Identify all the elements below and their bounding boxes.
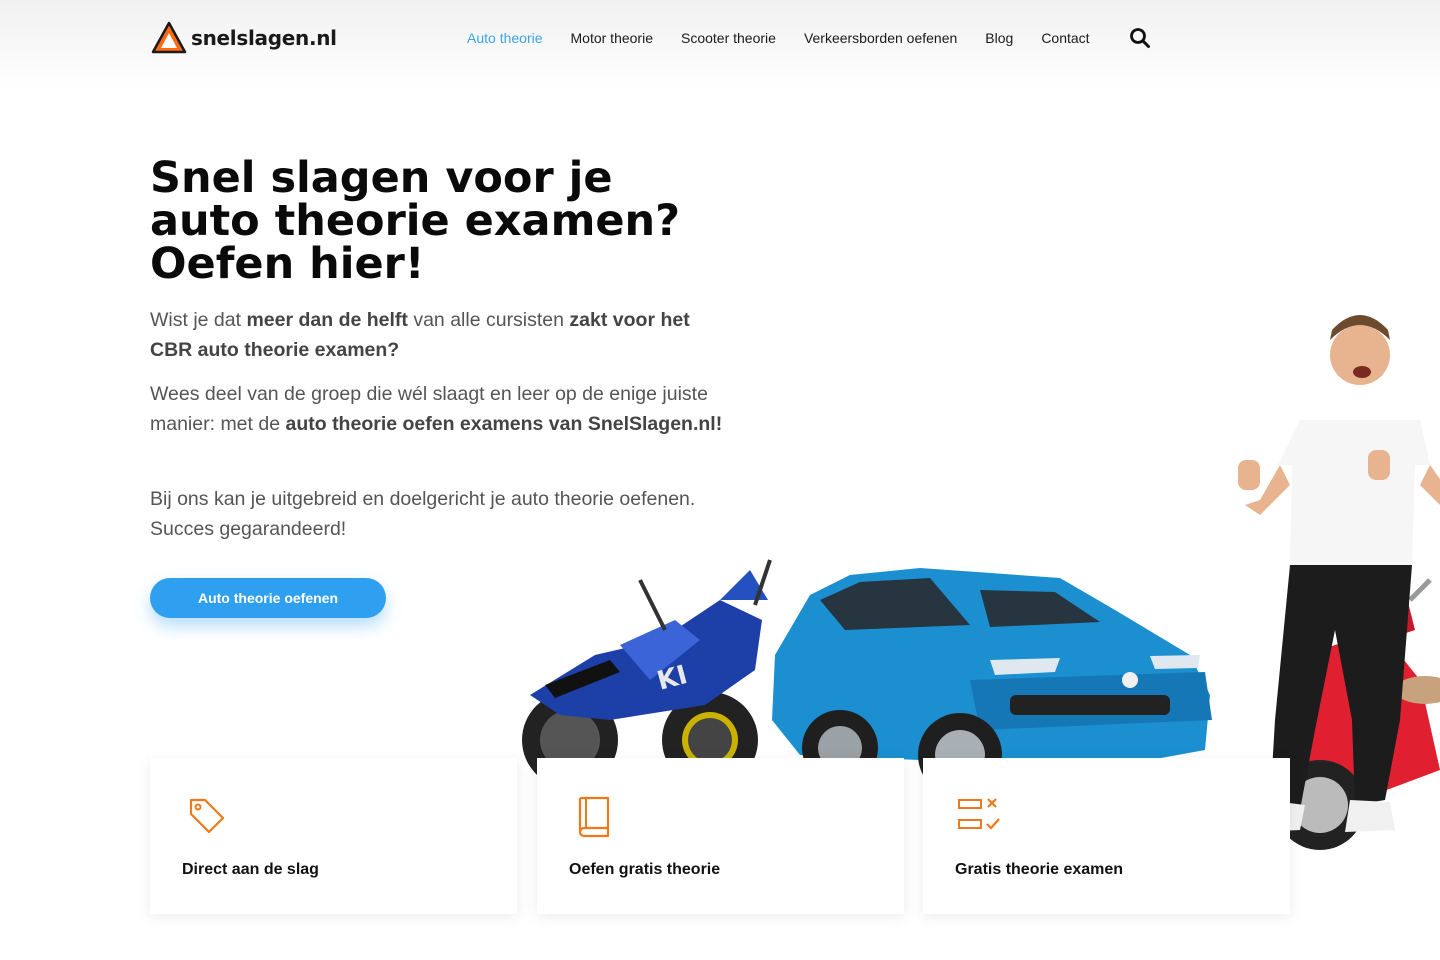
hero-title-line-3: Oefen hier! bbox=[150, 239, 425, 289]
feature-card-label: Gratis theorie examen bbox=[955, 861, 1124, 878]
warning-triangle-logo-icon bbox=[151, 21, 187, 54]
feature-card-label: Direct aan de slag bbox=[182, 861, 319, 878]
tag-icon bbox=[189, 798, 225, 834]
group-bold-1: auto theorie oefen examens van SnelSlage… bbox=[285, 413, 723, 435]
feature-card-label: Oefen gratis theorie bbox=[569, 861, 721, 878]
nav-blog[interactable]: Blog bbox=[985, 30, 1013, 46]
hero-success-paragraph: Bij ons kan je uitgebreid en doelgericht… bbox=[150, 488, 696, 540]
site-header: snelslagen.nl Auto theorie Motor theorie… bbox=[0, 0, 1440, 90]
logo-text: snelslagen.nl bbox=[191, 26, 337, 50]
motorcycle-image: KI bbox=[522, 559, 772, 788]
nav-scooter-theorie[interactable]: Scooter theorie bbox=[681, 30, 776, 46]
nav-auto-theorie[interactable]: Auto theorie bbox=[467, 30, 543, 46]
intro-text-2: van alle cursisten bbox=[407, 309, 570, 331]
nav-contact[interactable]: Contact bbox=[1041, 30, 1089, 46]
hero-title: Snel slagen voor je auto theorie examen?… bbox=[150, 157, 750, 286]
hero-title-line-1: Snel slagen voor je bbox=[150, 153, 613, 203]
book-icon bbox=[578, 796, 610, 838]
nav-motor-theorie[interactable]: Motor theorie bbox=[571, 30, 653, 46]
auto-theorie-oefenen-button[interactable]: Auto theorie oefenen bbox=[150, 578, 386, 618]
nav-verkeersborden-oefenen[interactable]: Verkeersborden oefenen bbox=[804, 30, 957, 46]
hero-title-line-2: auto theorie examen? bbox=[150, 196, 681, 246]
intro-text-1: Wist je dat bbox=[150, 309, 247, 331]
intro-bold-1: meer dan de helft bbox=[246, 309, 408, 331]
hero-group-paragraph: Wees deel van de groep die wél slaagt en… bbox=[150, 379, 730, 439]
feature-card-oefen[interactable]: Oefen gratis theorie bbox=[537, 758, 904, 914]
main-nav: Auto theorie Motor theorie Scooter theor… bbox=[467, 30, 1118, 46]
feature-card-examen[interactable]: Gratis theorie examen bbox=[923, 758, 1290, 914]
hero-intro-paragraph: Wist je dat meer dan de helft van alle c… bbox=[150, 305, 730, 365]
feature-card-direct[interactable]: Direct aan de slag bbox=[150, 758, 517, 914]
checklist-icon bbox=[958, 798, 1000, 830]
search-icon[interactable] bbox=[1129, 27, 1151, 49]
logo[interactable]: snelslagen.nl bbox=[151, 21, 337, 55]
